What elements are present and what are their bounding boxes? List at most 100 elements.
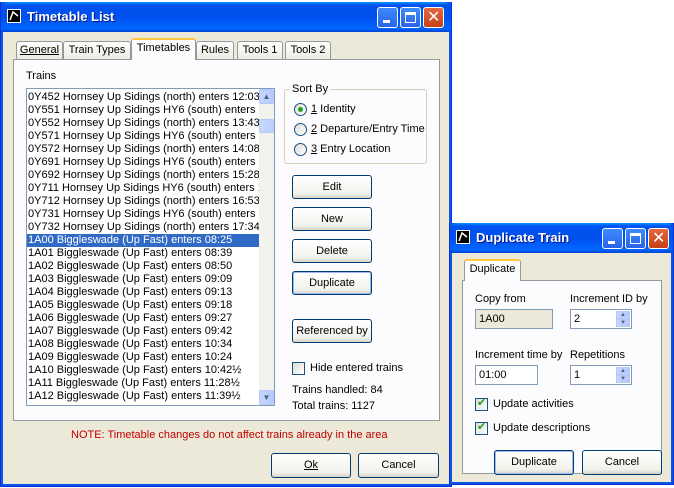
train-list-item[interactable]: 0Y692 Hornsey Up Sidings (north) enters … <box>27 169 259 182</box>
train-list-item[interactable]: 0Y731 Hornsey Up Sidings HY6 (south) ent… <box>27 208 259 221</box>
train-list-item[interactable]: 1A03 Biggleswade (Up Fast) enters 09:09 <box>27 273 259 286</box>
close-icon: ✕ <box>652 228 666 247</box>
duplicate-train-window: Duplicate Train ✕ Duplicate Copy from 1A… <box>449 223 674 485</box>
close-button[interactable]: ✕ <box>423 7 444 28</box>
sort-identity-radio[interactable] <box>294 103 307 116</box>
ok-button[interactable]: Ok <box>271 453 351 478</box>
train-list-item[interactable]: 0Y571 Hornsey Up Sidings HY6 (south) ent… <box>27 130 259 143</box>
tab-label: Tools 1 <box>242 44 278 56</box>
repetitions-stepper[interactable]: 1 ▲ ▼ <box>570 365 632 385</box>
tab-general[interactable]: General <box>16 41 63 60</box>
train-list-item[interactable]: 0Y691 Hornsey Up Sidings HY6 (south) ent… <box>27 156 259 169</box>
train-list-item[interactable]: 1A02 Biggleswade (Up Fast) enters 08:50 <box>27 260 259 273</box>
tab-label: Timetables <box>136 42 191 54</box>
repetitions-value: 1 <box>574 369 581 381</box>
increment-time-field[interactable]: 01:00 <box>475 365 538 385</box>
train-list-item[interactable]: 0Y552 Hornsey Up Sidings (north) enters … <box>27 117 259 130</box>
hide-entered-checkbox[interactable] <box>292 362 305 375</box>
increment-id-up[interactable]: ▲ <box>616 311 630 319</box>
repetitions-up[interactable]: ▲ <box>616 367 630 375</box>
tab-label: Train Types <box>68 44 126 56</box>
tab-train-types[interactable]: Train Types <box>63 41 131 60</box>
train-list-item[interactable]: 1A00 Biggleswade (Up Fast) enters 08:25 <box>27 234 259 247</box>
tab-label: Duplicate <box>469 263 516 275</box>
train-list-item[interactable]: 0Y711 Hornsey Up Sidings HY6 (south) ent… <box>27 182 259 195</box>
app-icon <box>456 230 470 244</box>
train-list-item[interactable]: 1A08 Biggleswade (Up Fast) enters 10:34 <box>27 338 259 351</box>
scroll-down-arrow[interactable]: ▼ <box>259 390 274 405</box>
duplicate-cancel-button[interactable]: Cancel <box>582 450 662 475</box>
increment-id-down[interactable]: ▼ <box>616 319 630 327</box>
update-activities-label[interactable]: Update activities <box>493 398 574 410</box>
train-list-item[interactable]: 0Y572 Hornsey Up Sidings (north) enters … <box>27 143 259 156</box>
train-list-item[interactable]: 1A11 Biggleswade (Up Fast) enters 11:28½ <box>27 377 259 390</box>
duplicate-panel: Copy from 1A00 Increment ID by 2 ▲ ▼ Inc… <box>462 280 662 474</box>
close-icon: ✕ <box>427 7 441 26</box>
train-list-item[interactable]: 1A01 Biggleswade (Up Fast) enters 08:39 <box>27 247 259 260</box>
edit-button[interactable]: Edit <box>292 175 372 199</box>
sort-departure-label[interactable]: 2 Departure/Entry Time <box>311 123 425 135</box>
title-bar[interactable]: Duplicate Train ✕ <box>450 223 673 253</box>
tab-duplicate[interactable]: Duplicate <box>464 259 521 281</box>
increment-id-stepper[interactable]: 2 ▲ ▼ <box>570 309 632 329</box>
train-list-item[interactable]: 0Y452 Hornsey Up Sidings (north) enters … <box>27 91 259 104</box>
train-list-item[interactable]: 1A09 Biggleswade (Up Fast) enters 10:24 <box>27 351 259 364</box>
sort-by-group: Sort By 1 Identity 2 Departure/Entry Tim… <box>284 83 427 164</box>
timetable-list-window: Timetable List ✕ General Train Types Tim… <box>0 2 452 487</box>
sort-by-legend: Sort By <box>290 83 331 95</box>
duplicate-confirm-button[interactable]: Duplicate <box>494 450 574 475</box>
maximize-button[interactable] <box>625 228 646 249</box>
increment-id-label: Increment ID by <box>570 293 648 305</box>
update-descriptions-checkbox[interactable] <box>475 420 488 435</box>
tab-timetables[interactable]: Timetables <box>131 38 196 60</box>
hide-entered-label[interactable]: Hide entered trains <box>310 362 403 374</box>
repetitions-label: Repetitions <box>570 349 626 361</box>
scroll-up-arrow[interactable]: ▲ <box>259 89 274 104</box>
train-list-item[interactable]: 1A04 Biggleswade (Up Fast) enters 09:13 <box>27 286 259 299</box>
repetitions-down[interactable]: ▼ <box>616 375 630 383</box>
train-list-item[interactable]: 1A07 Biggleswade (Up Fast) enters 09:42 <box>27 325 259 338</box>
update-activities-checkbox[interactable] <box>475 396 488 411</box>
increment-time-label: Increment time by <box>475 349 563 361</box>
train-list-item[interactable]: 1A10 Biggleswade (Up Fast) enters 10:42½ <box>27 364 259 377</box>
window-title: Timetable List <box>27 9 115 24</box>
tab-tools-1[interactable]: Tools 1 <box>237 41 283 60</box>
trains-handled-text: Trains handled: 84 <box>292 384 383 396</box>
sort-entry-location-radio[interactable] <box>294 143 307 156</box>
cancel-button[interactable]: Cancel <box>358 453 439 478</box>
tab-rules[interactable]: Rules <box>196 41 234 60</box>
delete-button[interactable]: Delete <box>292 239 372 263</box>
minimize-button[interactable] <box>377 7 398 28</box>
train-list-item[interactable]: 0Y551 Hornsey Up Sidings HY6 (south) ent… <box>27 104 259 117</box>
trains-listbox[interactable]: 0Y452 Hornsey Up Sidings (north) enters … <box>26 88 275 406</box>
increment-id-value: 2 <box>574 313 581 325</box>
maximize-button[interactable] <box>400 7 421 28</box>
scroll-thumb[interactable] <box>259 119 274 133</box>
train-list-item[interactable]: 1A05 Biggleswade (Up Fast) enters 09:18 <box>27 299 259 312</box>
tab-label: General <box>19 44 60 56</box>
app-icon <box>7 9 21 23</box>
close-button[interactable]: ✕ <box>648 228 669 249</box>
tab-tools-2[interactable]: Tools 2 <box>285 41 331 60</box>
sort-entry-location-label[interactable]: 3 Entry Location <box>311 143 391 155</box>
sort-departure-radio[interactable] <box>294 123 307 136</box>
train-list-item[interactable]: 1A12 Biggleswade (Up Fast) enters 11:39½ <box>27 390 259 403</box>
minimize-icon <box>383 20 390 23</box>
duplicate-button[interactable]: Duplicate <box>292 271 372 295</box>
new-button[interactable]: New <box>292 207 372 231</box>
sort-identity-label[interactable]: 1 Identity <box>311 103 356 115</box>
copy-from-label: Copy from <box>475 293 526 305</box>
referenced-by-button[interactable]: Referenced by <box>292 319 372 343</box>
timetables-panel: Trains 0Y452 Hornsey Up Sidings (north) … <box>13 59 440 421</box>
tab-label: Rules <box>200 44 230 56</box>
title-bar[interactable]: Timetable List ✕ <box>1 2 451 32</box>
update-descriptions-label[interactable]: Update descriptions <box>493 422 590 434</box>
train-list-item[interactable]: 1A06 Biggleswade (Up Fast) enters 09:27 <box>27 312 259 325</box>
trains-scrollbar[interactable]: ▲ ▼ <box>259 89 274 405</box>
trains-label: Trains <box>26 70 57 82</box>
train-list-item[interactable]: 0Y712 Hornsey Up Sidings (north) enters … <box>27 195 259 208</box>
maximize-icon <box>630 233 641 244</box>
minimize-button[interactable] <box>602 228 623 249</box>
train-list-item[interactable]: 0Y732 Hornsey Up Sidings (north) enters … <box>27 221 259 234</box>
copy-from-field: 1A00 <box>475 309 553 329</box>
